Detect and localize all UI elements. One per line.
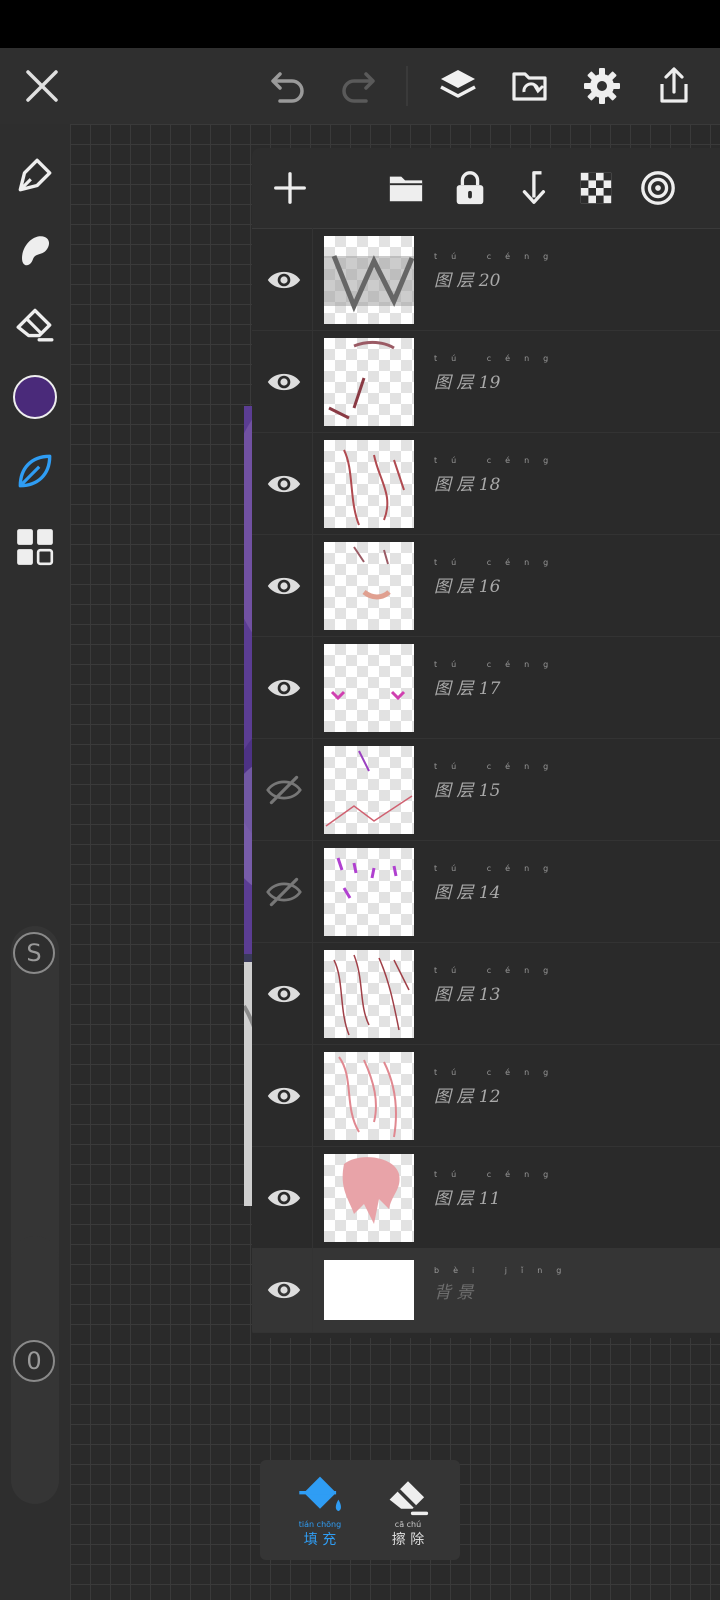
layer-thumbnail (324, 542, 414, 630)
eye-icon[interactable] (262, 564, 306, 608)
layer-row[interactable]: tú céng 图 层 17 (252, 636, 720, 739)
layer-row[interactable]: tú céng 图 层 15 (252, 738, 720, 841)
layer-thumbnail (324, 950, 414, 1038)
grid-icon[interactable] (10, 522, 60, 572)
layer-row[interactable]: tú céng 图 层 12 (252, 1044, 720, 1147)
layer-thumbnail (324, 848, 414, 936)
eye-hidden-icon[interactable] (262, 768, 306, 812)
pen-icon[interactable] (10, 150, 60, 200)
layer-name: 背 景 (434, 1283, 474, 1303)
fill-bucket-icon (299, 1476, 341, 1512)
fill-erase-toolbar: tián chōng 填 充 cā chú 擦 除 (260, 1460, 460, 1560)
layer-name: 图 层 18 (434, 475, 501, 495)
brush-size-knob[interactable]: S (13, 932, 55, 974)
layer-name: 图 层 17 (434, 679, 501, 699)
layers-panel: tú céng 图 层 20 tú céng 图 层 19 tú céng 图 … (252, 148, 720, 1338)
layer-row-background[interactable]: bèi jǐng 背 景 (252, 1248, 720, 1333)
eye-icon[interactable] (262, 1074, 306, 1118)
layer-pinyin: tú céng (434, 558, 563, 567)
layer-pinyin: tú céng (434, 762, 563, 771)
status-bar (0, 0, 720, 48)
erase-pinyin: cā chú (394, 1520, 422, 1529)
folder-icon[interactable] (384, 166, 428, 210)
layer-pinyin: tú céng (434, 456, 563, 465)
share-icon[interactable] (646, 58, 702, 114)
left-toolbar: S 0 (0, 124, 70, 1600)
layer-thumbnail (324, 1260, 414, 1320)
gear-icon[interactable] (574, 58, 630, 114)
opacity-knob[interactable]: 0 (13, 1340, 55, 1382)
close-icon[interactable] (14, 58, 70, 114)
fill-tool-button[interactable]: tián chōng 填 充 (280, 1472, 360, 1552)
layer-row[interactable]: tú céng 图 层 19 (252, 330, 720, 433)
clipping-icon[interactable] (636, 166, 680, 210)
toolbar-divider (406, 66, 408, 106)
eye-icon[interactable] (262, 1268, 306, 1312)
eye-icon[interactable] (262, 1176, 306, 1220)
layer-pinyin: tú céng (434, 1170, 563, 1179)
redo-icon[interactable] (330, 58, 386, 114)
layer-name: 图 层 20 (434, 271, 501, 291)
layer-pinyin: tú céng (434, 864, 563, 873)
layer-pinyin: tú céng (434, 1068, 563, 1077)
smudge-icon[interactable] (10, 226, 60, 276)
eraser-icon[interactable] (10, 298, 60, 348)
layer-thumbnail (324, 1154, 414, 1242)
layers-icon[interactable] (430, 58, 486, 114)
eye-hidden-icon[interactable] (262, 870, 306, 914)
folder-import-icon[interactable] (502, 58, 558, 114)
lock-icon[interactable] (448, 166, 492, 210)
layer-thumbnail (324, 644, 414, 732)
erase-tool-button[interactable]: cā chú 擦 除 (368, 1472, 448, 1552)
transparency-icon[interactable] (574, 166, 618, 210)
undo-icon[interactable] (260, 58, 316, 114)
eye-icon[interactable] (262, 972, 306, 1016)
layer-name: 图 层 16 (434, 577, 501, 597)
layer-name: 图 层 13 (434, 985, 501, 1005)
layer-name: 图 层 11 (434, 1189, 501, 1209)
layer-pinyin: bèi jǐng (434, 1266, 576, 1275)
eye-icon[interactable] (262, 462, 306, 506)
fill-pinyin: tián chōng (298, 1520, 342, 1529)
eye-icon[interactable] (262, 258, 306, 302)
layer-thumbnail (324, 746, 414, 834)
layer-row[interactable]: tú céng 图 层 18 (252, 432, 720, 535)
layer-name: 图 层 19 (434, 373, 501, 393)
layer-pinyin: tú céng (434, 252, 563, 261)
layer-pinyin: tú céng (434, 354, 563, 363)
leaf-brush-icon[interactable] (10, 446, 60, 496)
layer-name: 图 层 15 (434, 781, 501, 801)
layer-row[interactable]: tú céng 图 层 13 (252, 942, 720, 1045)
color-swatch[interactable] (10, 372, 60, 422)
merge-down-icon[interactable] (510, 166, 554, 210)
add-icon[interactable] (268, 166, 312, 210)
layers-toolbar (252, 148, 720, 229)
layer-pinyin: tú céng (434, 660, 563, 669)
layer-row[interactable]: tú céng 图 层 20 (252, 228, 720, 331)
top-toolbar (0, 48, 720, 124)
layer-pinyin: tú céng (434, 966, 563, 975)
layer-thumbnail (324, 338, 414, 426)
layer-row[interactable]: tú céng 图 层 16 (252, 534, 720, 637)
layer-thumbnail (324, 1052, 414, 1140)
layer-row[interactable]: tú céng 图 层 14 (252, 840, 720, 943)
layer-row[interactable]: tú céng 图 层 11 (252, 1146, 720, 1249)
layer-thumbnail (324, 440, 414, 528)
eye-icon[interactable] (262, 360, 306, 404)
layer-name: 图 层 14 (434, 883, 501, 903)
eraser-icon (389, 1481, 429, 1516)
layer-thumbnail (324, 236, 414, 324)
layer-name: 图 层 12 (434, 1087, 501, 1107)
fill-label: 填 充 (303, 1532, 337, 1548)
eye-icon[interactable] (262, 666, 306, 710)
erase-label: 擦 除 (391, 1532, 425, 1548)
